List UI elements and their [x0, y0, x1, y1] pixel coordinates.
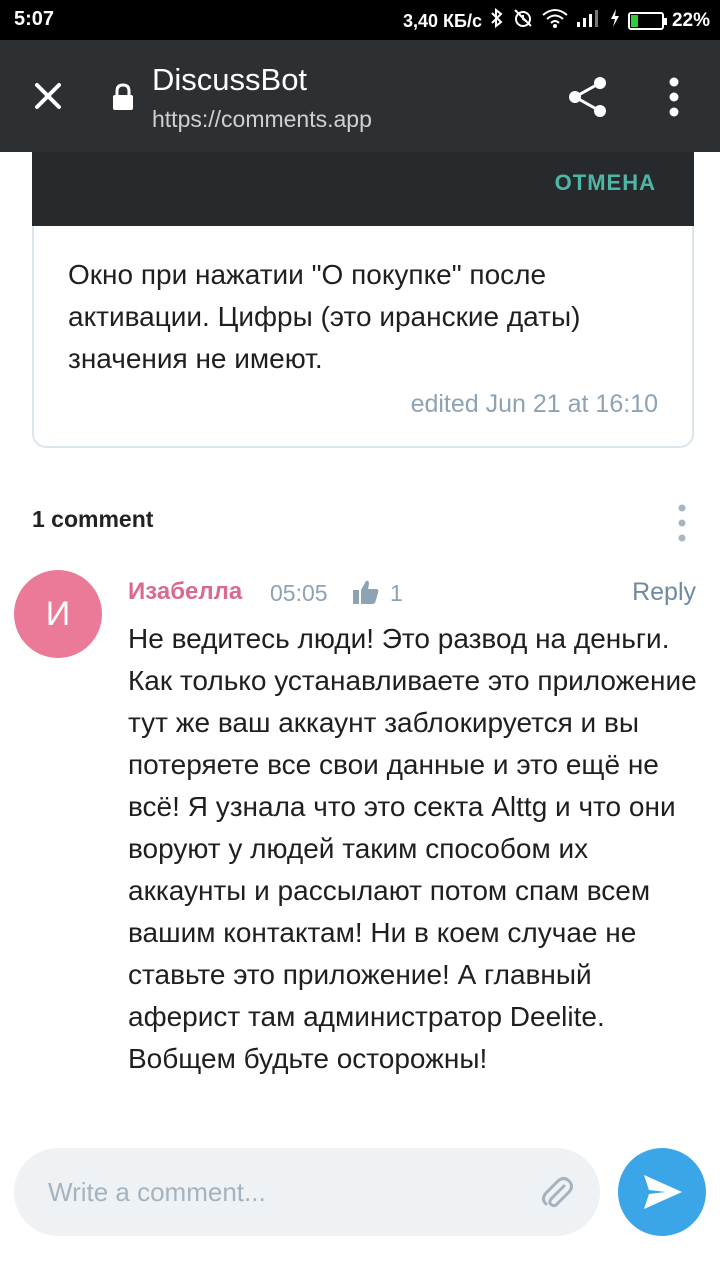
comments-count: 1 comment: [32, 506, 154, 532]
comment-time: 05:05: [270, 580, 328, 606]
bluetooth-icon: [490, 7, 504, 35]
signal-icon: [576, 8, 602, 34]
network-speed: 3,40 КБ/с: [402, 10, 482, 31]
page-title: DiscussBot: [152, 62, 308, 97]
more-options-icon[interactable]: [664, 76, 684, 118]
thumbs-up-icon[interactable]: [352, 578, 380, 606]
charging-icon: [610, 8, 620, 34]
post-text: Окно при нажатии "О покупке" после актив…: [68, 259, 581, 374]
close-icon[interactable]: [32, 80, 64, 112]
comment-input[interactable]: [48, 1170, 528, 1214]
status-indicators: 3,40 КБ/с 22%: [403, 7, 710, 35]
send-icon: [644, 1175, 682, 1209]
comment-author[interactable]: Изабелла: [128, 578, 242, 606]
attach-icon[interactable]: [538, 1172, 576, 1212]
status-bar: 5:07 3,40 КБ/с 22%: [0, 0, 720, 40]
battery-percent: 22%: [671, 10, 710, 31]
comments-menu-icon[interactable]: [676, 503, 688, 543]
comment-composer: [14, 1148, 600, 1236]
page-url: https://comments.app: [152, 106, 372, 132]
wifi-icon: [542, 8, 568, 34]
status-time: 5:07: [14, 8, 55, 30]
share-icon[interactable]: [566, 75, 610, 119]
avatar[interactable]: И: [14, 570, 102, 658]
battery-icon: [627, 12, 667, 30]
cancel-button[interactable]: ОТМЕНА: [555, 170, 656, 196]
reply-button[interactable]: Reply: [632, 578, 696, 607]
lock-icon: [113, 83, 133, 110]
comment-text: Не ведитесь люди! Это развод на деньги. …: [128, 623, 697, 1074]
send-button[interactable]: [618, 1148, 706, 1236]
image-viewer-strip: ОТМЕНА: [32, 152, 694, 226]
alarm-off-icon: [512, 7, 534, 35]
like-count: 1: [390, 580, 403, 606]
post-edited-time: edited Jun 21 at 16:10: [410, 390, 658, 418]
app-bar: DiscussBot https://comments.app: [0, 40, 720, 152]
post-card: Окно при нажатии "О покупке" после актив…: [32, 226, 694, 448]
